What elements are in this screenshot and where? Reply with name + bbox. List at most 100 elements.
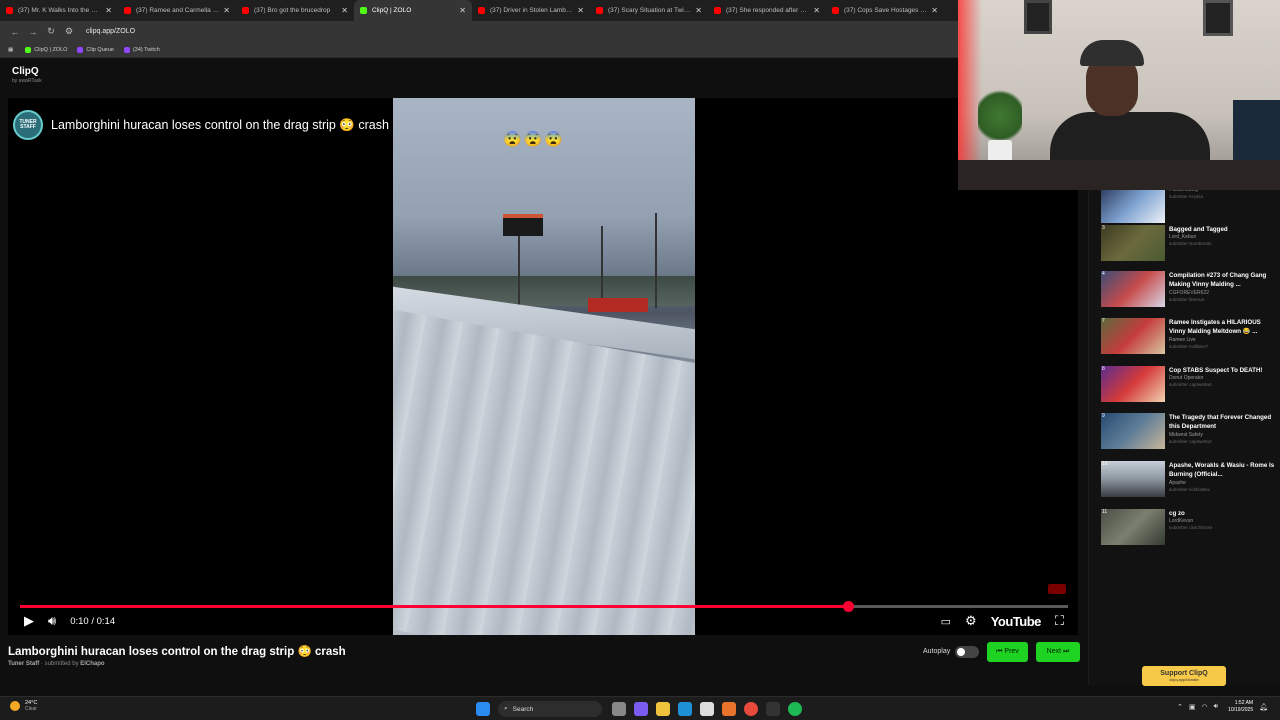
fullscreen-icon[interactable]: ⛶ [1055,613,1064,629]
task-view-icon[interactable] [612,702,626,716]
queue-thumbnail [1101,318,1165,354]
reload-icon[interactable]: ↻ [42,26,60,37]
submitted-label: · submitted by [40,661,79,667]
youtube-logo[interactable]: YouTube [991,614,1042,629]
queue-item[interactable]: 11 cg zo LordKevun submitter clutchthose [1101,509,1277,553]
browser-tab[interactable]: (37) Mr. K Walks Into the Casino✕ [0,0,118,21]
youtube-icon [832,7,839,14]
taskbar-search[interactable]: ⌕ Search [498,701,602,717]
video-title-text[interactable]: Lamborghini huracan loses control on the… [51,118,389,133]
apps-icon[interactable]: ▦ [8,47,13,53]
url-input[interactable]: clipq.app/ZOLO [86,28,135,35]
close-tab-icon[interactable]: ✕ [813,6,820,15]
queue-item[interactable]: 9 The Tragedy that Forever Changed this … [1101,413,1277,457]
desk [958,160,1280,190]
play-icon[interactable]: ▶ [24,613,34,629]
close-tab-icon[interactable]: ✕ [223,6,230,15]
edge-icon[interactable] [678,702,692,716]
youtube-watermark-icon[interactable] [1048,584,1066,594]
twitch-icon [77,46,84,53]
video-player[interactable]: 😨😨😨 TUNER STAFF Lamborghini huracan lose… [8,98,1078,635]
close-tab-icon[interactable]: ✕ [341,6,348,15]
browser-tab[interactable]: (37) Scary Situation at Twitchcon✕ [590,0,708,21]
plant [978,86,1022,146]
clip-submitter[interactable]: ElChapo [80,661,104,667]
browser-tab[interactable]: (37) Cops Save Hostages From ✕ [826,0,944,21]
queue-thumbnail [1101,225,1165,261]
app-subtitle: by awaRTask [12,78,42,84]
browser-tab-active[interactable]: ClipQ | ZOLO ✕ [354,0,472,21]
prev-button[interactable]: ⏮ Prev [987,642,1028,662]
volume-icon[interactable]: 🔊︎ [48,613,56,629]
taskbar-apps: ⌕ Search [476,700,810,718]
copilot-icon[interactable] [634,702,648,716]
close-tab-icon[interactable]: ✕ [931,6,938,15]
video-scene-pole [601,226,603,306]
wifi-icon[interactable]: ◠ [1202,703,1208,711]
streamer-cap [1080,40,1144,66]
queue-thumbnail [1101,271,1165,307]
support-clipq-button[interactable]: Support ClipQ clipq.app/donate [1142,666,1226,686]
autoplay-toggle[interactable] [955,646,979,658]
app-icon[interactable] [722,702,736,716]
queue-thumbnail [1101,366,1165,402]
weather-widget[interactable]: 24°C Clear [10,700,37,712]
queue-sidebar: PoliceActivity submitter Krysiia 3 Bagged… [1088,185,1280,685]
close-tab-icon[interactable]: ✕ [105,6,112,15]
spotify-icon[interactable] [788,702,802,716]
progress-fill [20,605,848,608]
volume-tray-icon[interactable]: 🔊︎ [1214,703,1218,711]
channel-logo[interactable]: TUNER STAFF [13,110,43,140]
chevron-up-icon[interactable]: ⌃ [1177,703,1183,711]
start-icon[interactable] [476,702,490,716]
store-icon[interactable] [700,702,714,716]
webcam-overlay [958,0,1280,190]
settings-gear-icon[interactable]: ⚙ [965,613,977,629]
tray-icon[interactable]: ▣ [1189,703,1196,711]
browser-tab[interactable]: (37) Driver in Stolen Lamborghini✕ [472,0,590,21]
close-tab-icon[interactable]: ✕ [459,6,466,15]
browser-tab[interactable]: (37) Ramee and Carmella laugh ✕ [118,0,236,21]
browser-tab-bar: (37) Mr. K Walks Into the Casino✕ (37) R… [0,0,958,21]
back-icon[interactable]: ← [6,27,24,37]
file-explorer-icon[interactable] [656,702,670,716]
bookmark-clipq[interactable]: ClipQ | ZOLO [25,46,67,53]
queue-item[interactable]: 10 Apashe, Worakls & Wasiu - Rome Is Bur… [1101,461,1277,505]
next-button[interactable]: Next ⏭ [1036,642,1080,662]
chrome-icon[interactable] [744,702,758,716]
clock[interactable]: 1:52 AM 10/19/2025 [1228,700,1253,714]
forward-icon[interactable]: → [24,27,42,37]
capcut-icon[interactable] [766,702,780,716]
queue-item[interactable]: 8 Cop STABS Suspect To DEATH! Donut Opera… [1101,366,1277,410]
video-scene-pole [518,236,520,308]
notification-icon[interactable]: 🔔︎ [1259,703,1268,711]
youtube-icon [596,7,603,14]
queue-item[interactable]: 7 Ramee Instigates a HILARIOUS Vinny Mal… [1101,318,1277,362]
browser-tab[interactable]: (37) Bro got the brucedrop ✕ [236,0,354,21]
queue-item[interactable]: 3 Bagged and Tagged Lord_Kebun submitter N… [1101,225,1277,269]
youtube-icon [714,7,721,14]
monitor [1233,100,1280,160]
clip-meta: Tuner Staff · submitted by ElChapo [8,661,105,667]
youtube-icon [6,7,13,14]
queue-thumbnail [1101,461,1165,497]
queue-thumbnail [1101,509,1165,545]
captions-icon[interactable]: ▭ [941,615,951,628]
clip-channel[interactable]: Tuner Staff [8,661,39,667]
queue-item[interactable]: 4 Compilation #273 of Chang Gang Making … [1101,271,1277,315]
close-tab-icon[interactable]: ✕ [695,6,702,15]
video-frame[interactable]: 😨😨😨 [393,98,695,635]
youtube-icon [124,7,131,14]
site-info-icon[interactable]: ⚙ [60,26,78,37]
app-title[interactable]: ClipQ [12,66,946,77]
wall-frame [1024,0,1052,34]
twitch-icon [123,46,130,53]
close-tab-icon[interactable]: ✕ [577,6,584,15]
browser-tab[interactable]: (37) She responded after being ✕ [708,0,826,21]
progress-bar[interactable] [20,601,1068,612]
queue-thumbnail [1101,187,1165,223]
bookmark-twitch[interactable]: (34) Twitch [123,46,160,53]
bookmark-clip-queue[interactable]: Clip Queue [77,46,114,53]
wall-frame [1203,0,1233,36]
youtube-icon [478,7,485,14]
